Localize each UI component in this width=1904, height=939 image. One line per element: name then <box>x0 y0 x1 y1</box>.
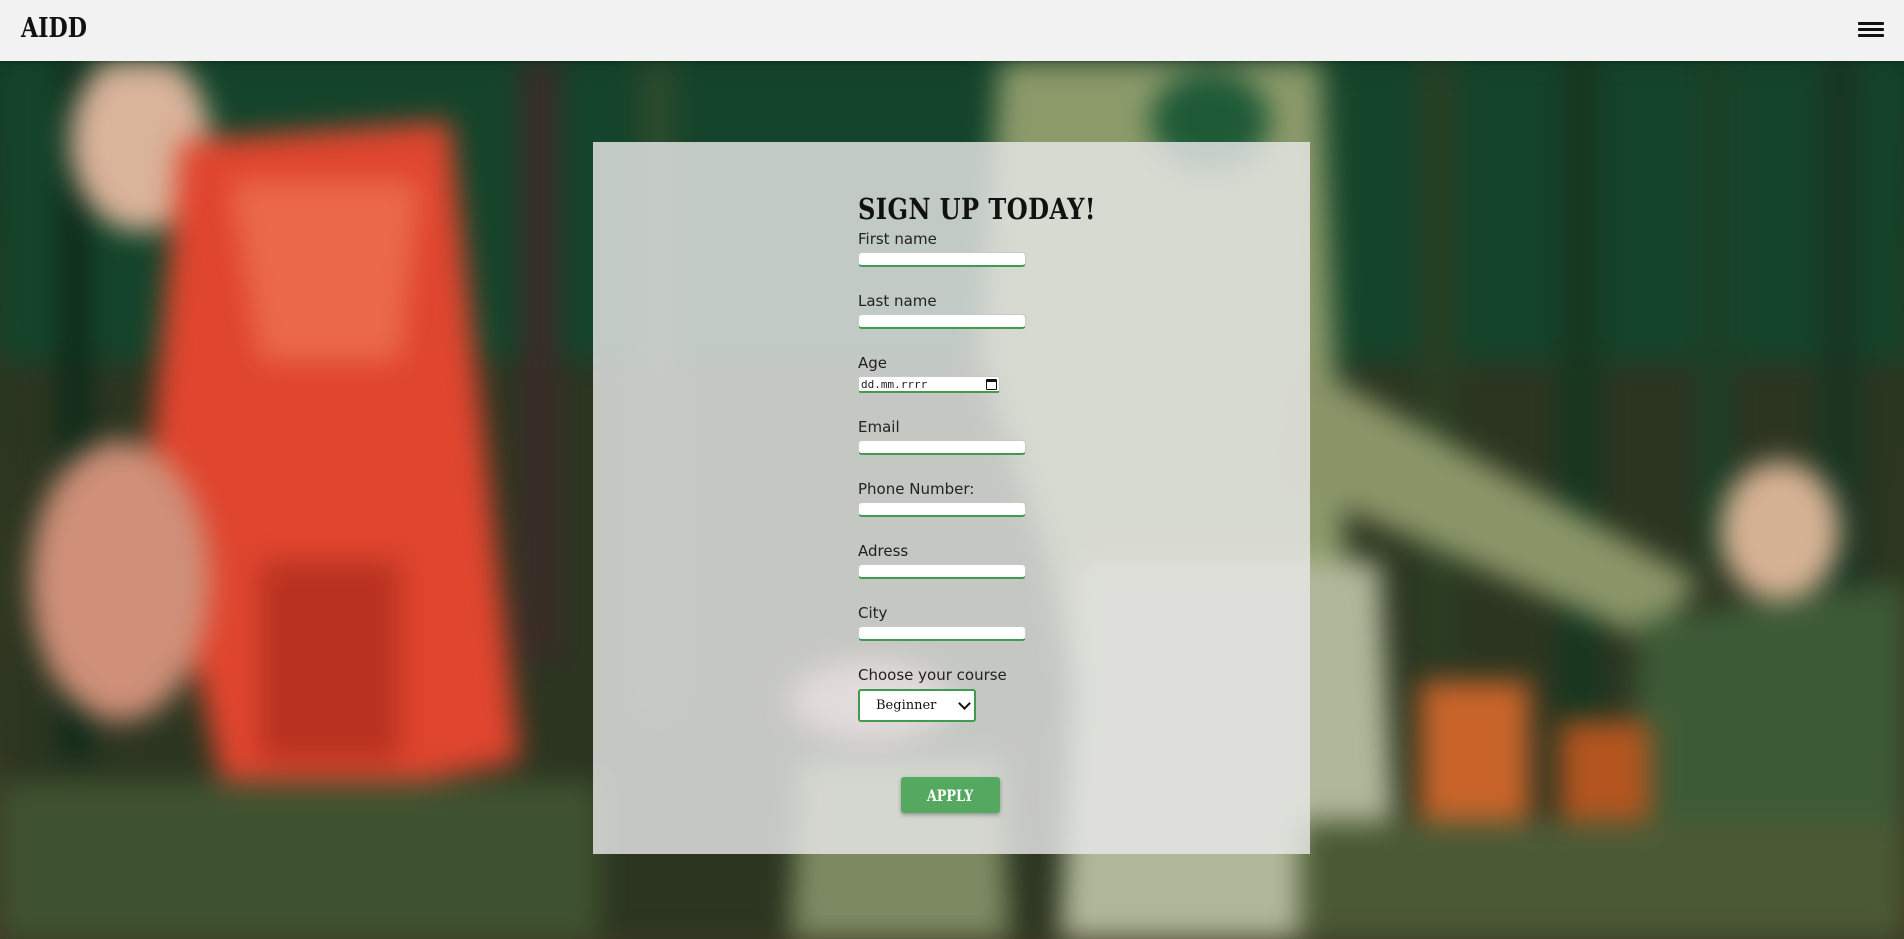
last-name-input[interactable] <box>858 314 1026 329</box>
hamburger-menu-icon[interactable] <box>1858 22 1884 38</box>
course-selected-value: Beginner <box>876 698 937 713</box>
email-label: Email <box>858 418 900 436</box>
form-title: SIGN UP TODAY! <box>858 192 1096 226</box>
city-label: City <box>858 604 888 622</box>
address-field: Adress <box>858 542 1118 604</box>
top-navbar: AIDD <box>0 0 1904 61</box>
course-label: Choose your course <box>858 666 1007 684</box>
calendar-icon[interactable] <box>986 378 997 390</box>
age-date-input[interactable]: dd.mm.rrrr <box>858 376 1000 393</box>
first-name-label: First name <box>858 230 937 248</box>
email-input[interactable] <box>858 440 1026 455</box>
date-placeholder: dd.mm.rrrr <box>861 377 928 391</box>
email-field: Email <box>858 418 1118 480</box>
phone-field: Phone Number: <box>858 480 1118 542</box>
last-name-label: Last name <box>858 292 937 310</box>
first-name-input[interactable] <box>858 252 1026 267</box>
signup-form-card: SIGN UP TODAY! First name Last name Age … <box>593 142 1310 854</box>
course-select[interactable]: Beginner <box>858 689 976 722</box>
chevron-down-icon <box>958 697 971 710</box>
address-input[interactable] <box>858 564 1026 579</box>
site-logo[interactable]: AIDD <box>21 13 87 44</box>
last-name-field: Last name <box>858 292 1118 354</box>
city-input[interactable] <box>858 626 1026 641</box>
address-label: Adress <box>858 542 909 560</box>
signup-form: SIGN UP TODAY! First name Last name Age … <box>858 194 1118 722</box>
phone-input[interactable] <box>858 502 1026 517</box>
apply-button-label: APPLY <box>927 785 974 805</box>
city-field: City <box>858 604 1118 666</box>
phone-label: Phone Number: <box>858 480 975 498</box>
first-name-field: First name <box>858 230 1118 292</box>
course-field: Choose your course Beginner <box>858 666 1118 722</box>
apply-button[interactable]: APPLY <box>901 777 1000 813</box>
age-label: Age <box>858 354 888 372</box>
age-field: Age dd.mm.rrrr <box>858 354 1118 418</box>
